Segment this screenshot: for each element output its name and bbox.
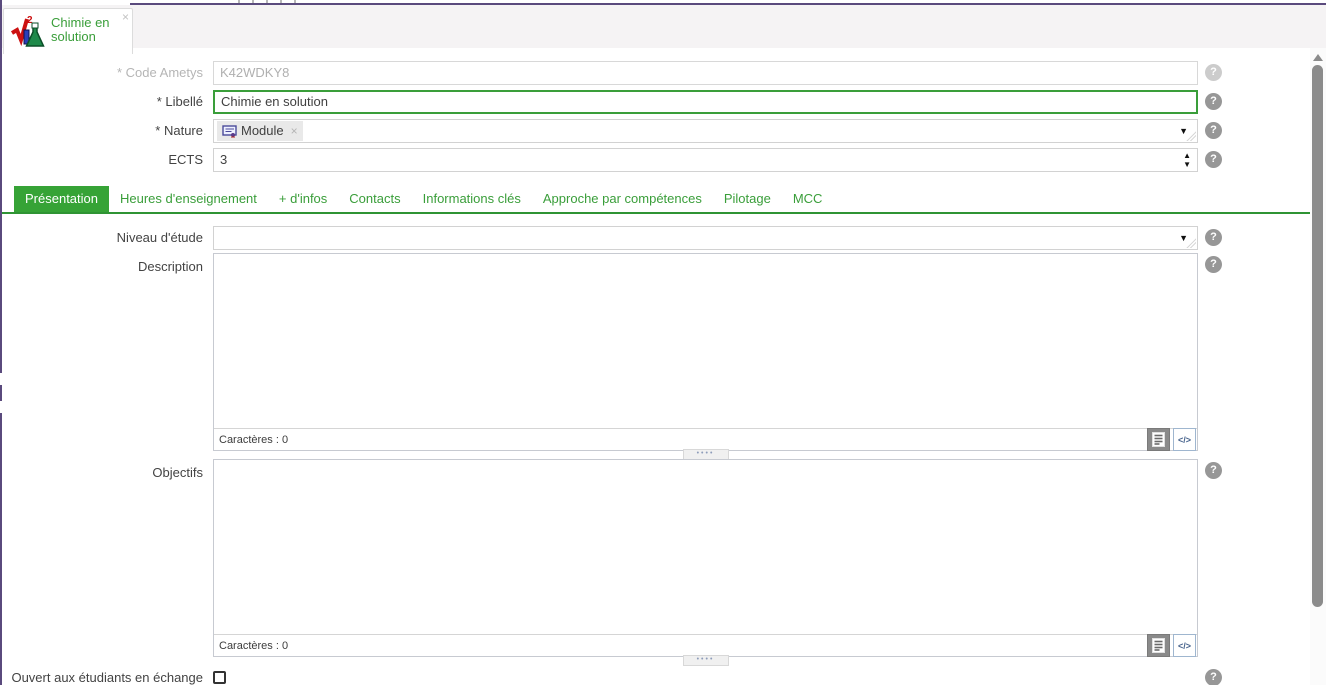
row-ects: ECTS 3 ▲ ▼ ?: [0, 148, 1326, 172]
description-richtext-editor: Caractères : 0: [213, 253, 1198, 451]
objectifs-label: Objectifs: [0, 459, 208, 481]
editor-resize-handle[interactable]: ••••: [683, 655, 729, 666]
niveau-etude-combobox[interactable]: ▼: [213, 226, 1198, 250]
ects-label: ECTS: [0, 148, 208, 172]
richtext-view-button[interactable]: [1147, 634, 1170, 657]
scrollbar-thumb[interactable]: [1312, 65, 1323, 607]
tab-mcc[interactable]: MCC: [782, 186, 834, 212]
document-lines-icon: [1152, 432, 1165, 447]
tab-pilotage[interactable]: Pilotage: [713, 186, 782, 212]
source-code-button[interactable]: </>: [1173, 428, 1196, 451]
section-tabbar: Présentation Heures d'enseignement + d'i…: [2, 186, 1310, 214]
char-count: Caractères : 0: [219, 640, 288, 652]
description-label: Description: [0, 253, 208, 275]
splitter-notch: [0, 401, 2, 413]
tab-presentation[interactable]: Présentation: [14, 186, 109, 212]
ects-input[interactable]: 3 ▲ ▼: [213, 148, 1198, 172]
char-count: Caractères : 0: [219, 434, 288, 446]
description-statusbar: Caractères : 0: [214, 428, 1197, 450]
row-echange: Ouvert aux étudiants en échange ?: [0, 666, 1326, 685]
row-libelle: * Libellé Chimie en solution ?: [0, 90, 1326, 114]
row-description: Description Caractères : 0: [0, 253, 1326, 451]
row-nature: * Nature Module × ▼: [0, 119, 1326, 143]
vertical-scrollbar[interactable]: [1310, 48, 1326, 685]
help-icon[interactable]: ?: [1205, 93, 1222, 110]
spin-up-icon[interactable]: ▲: [1183, 151, 1191, 160]
close-icon[interactable]: ×: [122, 12, 129, 22]
form-content: * Code Ametys K42WDKY8 ? * Libellé Chimi…: [0, 48, 1326, 685]
nature-label: * Nature: [0, 119, 208, 143]
objectifs-statusbar: Caractères : 0: [214, 634, 1197, 656]
row-objectifs: Objectifs Caractères : 0: [0, 459, 1326, 657]
code-ametys-label: * Code Ametys: [0, 61, 208, 85]
document-lines-icon: [1152, 638, 1165, 653]
splitter-notch: [0, 373, 2, 385]
echange-checkbox[interactable]: [213, 671, 226, 684]
ametys-course-editor-window: 2 Chimie en solution × * Code Ametys K42…: [0, 0, 1326, 685]
objectifs-textarea[interactable]: [214, 460, 1197, 634]
richtext-view-button[interactable]: [1147, 428, 1170, 451]
help-icon[interactable]: ?: [1205, 256, 1222, 273]
tab-heures-enseignement[interactable]: Heures d'enseignement: [109, 186, 268, 212]
description-textarea[interactable]: [214, 254, 1197, 428]
help-icon[interactable]: ?: [1205, 64, 1222, 81]
nature-combobox[interactable]: Module × ▼: [213, 119, 1198, 143]
doc-tab-chimie-en-solution[interactable]: 2 Chimie en solution ×: [3, 8, 133, 54]
spin-down-icon[interactable]: ▼: [1183, 160, 1191, 169]
chip-remove-icon[interactable]: ×: [291, 120, 298, 142]
chemistry-flask-icon: 2: [10, 13, 48, 50]
scroll-up-icon[interactable]: [1313, 54, 1323, 61]
tab-approche-competences[interactable]: Approche par compétences: [532, 186, 713, 212]
help-icon[interactable]: ?: [1205, 151, 1222, 168]
row-niveau-etude: Niveau d'étude ▼ ?: [0, 226, 1326, 250]
help-icon[interactable]: ?: [1205, 462, 1222, 479]
document-tabstrip: 2 Chimie en solution ×: [2, 5, 1326, 48]
resize-grip-icon[interactable]: [1185, 130, 1196, 141]
tab-contacts[interactable]: Contacts: [338, 186, 411, 212]
nature-chip-label: Module: [241, 120, 284, 142]
code-ametys-field: K42WDKY8: [213, 61, 1198, 85]
certificate-icon: [222, 125, 237, 138]
libelle-input[interactable]: Chimie en solution: [213, 90, 1198, 114]
echange-label: Ouvert aux étudiants en échange: [0, 666, 208, 685]
tab-plus-infos[interactable]: + d'infos: [268, 186, 338, 212]
help-icon[interactable]: ?: [1205, 229, 1222, 246]
tab-informations-cles[interactable]: Informations clés: [412, 186, 532, 212]
resize-grip-icon[interactable]: [1185, 237, 1196, 248]
libelle-label: * Libellé: [0, 90, 208, 114]
doc-tab-title: Chimie en solution: [51, 13, 117, 44]
niveau-etude-label: Niveau d'étude: [0, 226, 208, 250]
source-code-button[interactable]: </>: [1173, 634, 1196, 657]
nature-chip-module[interactable]: Module ×: [217, 121, 303, 141]
help-icon[interactable]: ?: [1205, 122, 1222, 139]
help-icon[interactable]: ?: [1205, 669, 1222, 685]
quantity-stepper[interactable]: ▲ ▼: [1183, 151, 1191, 169]
ects-value: 3: [220, 152, 227, 167]
row-code-ametys: * Code Ametys K42WDKY8 ?: [0, 61, 1326, 85]
left-panel-splitter[interactable]: [0, 0, 2, 685]
objectifs-richtext-editor: Caractères : 0: [213, 459, 1198, 657]
